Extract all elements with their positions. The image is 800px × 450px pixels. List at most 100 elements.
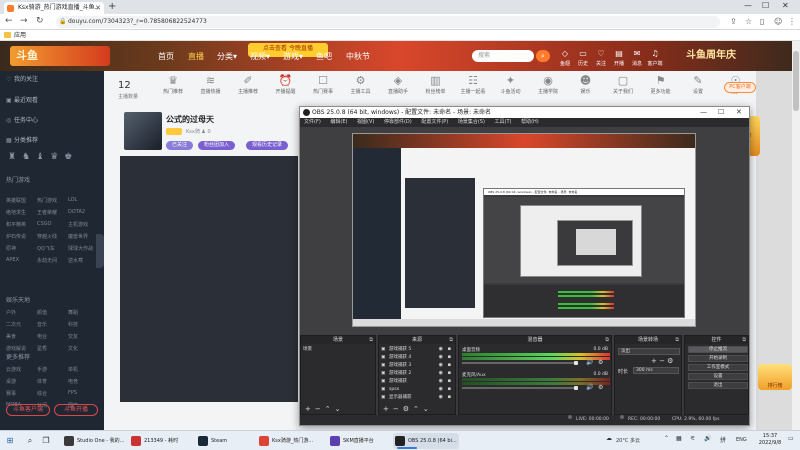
visibility-eye-icon[interactable]: ◉ — [439, 378, 443, 385]
sidebar-grid-item[interactable]: LOL — [68, 197, 77, 203]
close-window-button[interactable]: ✕ — [782, 1, 789, 10]
menu-scene-collection[interactable]: 场景集合(S) — [458, 119, 485, 125]
nav-games[interactable]: 游戏▾ — [283, 51, 303, 62]
weather-icon[interactable]: ☁ — [606, 435, 612, 442]
wifi-icon[interactable]: ⚟ — [690, 435, 695, 442]
speaker-icon[interactable]: 🔊 — [586, 359, 593, 366]
sidebar-grid-item[interactable]: CSGO — [37, 221, 51, 227]
followed-pill[interactable]: 已关注 — [166, 141, 194, 150]
history-icon[interactable]: ▭ — [576, 49, 590, 58]
client-download-button[interactable]: 斗鱼客户端 — [6, 404, 50, 416]
category-item[interactable]: ◈ 直播助手 — [381, 74, 415, 95]
sidebar-grid-item[interactable]: 热门游戏 — [37, 197, 57, 204]
category-item[interactable]: ✐ 主播推荐 — [231, 74, 265, 95]
sidebar-grid-item[interactable]: 音乐 — [37, 321, 47, 328]
sidebar-grid-item[interactable]: 交友 — [68, 333, 78, 340]
scene-item[interactable]: 场景 — [303, 346, 375, 353]
sidebar-grid-item[interactable]: 舞蹈 — [68, 309, 78, 316]
fin-icon[interactable]: ◇ — [558, 49, 572, 58]
lock-icon[interactable]: ▪ — [448, 346, 451, 353]
sidebar-grid-item[interactable]: 二次元 — [6, 321, 21, 328]
category-item[interactable]: ≋ 直播热播 — [194, 74, 228, 95]
sidebar-grid-item[interactable]: 文化 — [68, 345, 78, 352]
source-item[interactable]: ▣ 游戏捕获 ◉ ▪ — [381, 378, 453, 385]
volume-fader[interactable]: 🔊 ⚙ — [462, 384, 610, 391]
sidebar-grid-item[interactable]: 星秀 — [37, 345, 47, 352]
video-player-area[interactable] — [120, 156, 298, 402]
remove-source-button[interactable]: − — [393, 405, 399, 413]
volume-icon[interactable]: 🔊 — [704, 435, 711, 442]
menu-docks[interactable]: 停靠部件(D) — [384, 119, 412, 125]
dock-pin-icon[interactable]: ⧉ — [369, 336, 373, 344]
start-broadcast-button[interactable]: 斗鱼开播 — [54, 404, 98, 416]
duration-input[interactable]: 300 ms — [633, 367, 679, 374]
move-up-button[interactable]: ⌃ — [413, 405, 419, 413]
lock-icon[interactable]: ▪ — [448, 378, 451, 385]
source-properties-icon[interactable]: ⚙ — [403, 405, 409, 413]
rank-badge[interactable]: 排行榜 — [758, 364, 792, 390]
menu-view[interactable]: 视图(V) — [357, 119, 374, 125]
star-icon[interactable]: ☆ — [745, 17, 752, 26]
douyu-logo[interactable]: 斗鱼 — [10, 46, 110, 66]
transition-select[interactable]: 淡出 — [618, 348, 680, 355]
tray-chevron-icon[interactable]: ⌃ — [664, 435, 669, 442]
sidebar-grid-item[interactable]: 桌游 — [6, 378, 16, 385]
move-down-button[interactable]: ⌄ — [335, 405, 341, 413]
add-source-button[interactable]: + — [383, 405, 389, 413]
search-icon[interactable]: ⌕ — [536, 50, 550, 62]
nav-fishbar[interactable]: 鱼吧 — [316, 51, 332, 62]
taskbar-app[interactable]: 213349 - 耗时 — [129, 433, 191, 449]
reload-icon[interactable]: ↻ — [36, 16, 44, 26]
visibility-eye-icon[interactable]: ◉ — [439, 346, 443, 353]
scrollbar-thumb[interactable] — [793, 51, 799, 111]
menu-file[interactable]: 文件(F) — [304, 119, 321, 125]
sidebar-grid-item[interactable]: 主机游戏 — [68, 221, 88, 228]
sidebar-grid-item[interactable]: 赛事 — [6, 390, 16, 397]
visibility-eye-icon[interactable]: ◉ — [439, 394, 443, 401]
nav-category[interactable]: 分类▾ — [217, 51, 237, 62]
dock-pin-icon[interactable]: ⧉ — [742, 336, 746, 344]
source-item[interactable]: ▣ spsx ◉ ▪ — [381, 386, 453, 393]
taskbar-app[interactable]: Studio One - 我的... — [62, 433, 124, 449]
category-item[interactable]: ◉ 主播学院 — [531, 74, 565, 95]
follow-icon[interactable]: ♡ — [594, 49, 608, 58]
taskbar-app[interactable]: OBS 25.0.8 (64 bi... — [393, 433, 459, 449]
taskbar-clock[interactable]: 15:37 2022/9/8 — [754, 433, 786, 447]
sidebar-grid-item[interactable]: 体育 — [37, 378, 47, 385]
studio-mode-button[interactable]: 工作室模式 — [688, 364, 748, 371]
sidebar-grid-item[interactable]: 单机 — [68, 366, 78, 373]
bookmark-apps[interactable]: 应用 — [14, 32, 26, 39]
lang-indicator[interactable]: ENG — [736, 437, 747, 443]
message-icon[interactable]: ✉ — [630, 49, 644, 58]
sidebar-grid-item[interactable]: 绝地求生 — [6, 209, 26, 216]
pc-client-button[interactable]: PC客户端 — [724, 82, 756, 93]
category-item[interactable]: ♛ 热门推荐 — [156, 74, 190, 95]
sidebar-toggle-icon[interactable]: ▯ — [760, 17, 764, 26]
back-icon[interactable]: ← — [5, 16, 13, 26]
speaker-icon[interactable]: 🔊 — [586, 384, 593, 391]
minimize-button[interactable]: — — [744, 1, 752, 10]
fader-knob[interactable] — [574, 361, 578, 365]
category-item[interactable]: ⚑ 更多功能 — [644, 74, 678, 95]
task-view-icon[interactable]: ❐ — [40, 435, 52, 447]
category-item[interactable]: ☐ 热门赛事 — [306, 74, 340, 95]
sidebar-grid-item[interactable]: QQ飞车 — [37, 245, 55, 252]
lock-icon[interactable]: ▪ — [448, 362, 451, 369]
weather-text[interactable]: 20°C 多云 — [616, 437, 640, 444]
sidebar-grid-item[interactable]: 云游戏 — [6, 366, 21, 373]
stop-stream-button[interactable]: 停止推流 — [688, 346, 748, 353]
client-icon[interactable]: ♫ — [648, 49, 662, 58]
category-item[interactable]: ☷ 主播一起看 — [456, 74, 490, 95]
watch-history-pill[interactable]: 观看历史记录 — [246, 141, 289, 150]
anniversary-banner[interactable]: 斗鱼周年庆 — [668, 41, 754, 71]
start-record-button[interactable]: 开始录制 — [688, 355, 748, 362]
remove-scene-button[interactable]: − — [315, 405, 321, 413]
menu-edit[interactable]: 编辑(E) — [330, 119, 347, 125]
browser-tab[interactable]: Ksx骑游_热门游戏直播_斗鱼... ✕ — [4, 2, 104, 14]
menu-tools[interactable]: 工具(T) — [495, 119, 512, 125]
dock-pin-icon[interactable]: ⧉ — [675, 336, 679, 344]
maximize-button[interactable]: ☐ — [762, 1, 769, 10]
source-item[interactable]: ▣ 游戏捕获 3 ◉ ▪ — [381, 362, 453, 369]
taskbar-app[interactable]: SKM直播平台 — [328, 433, 388, 449]
dock-pin-icon[interactable]: ⧉ — [605, 336, 609, 344]
